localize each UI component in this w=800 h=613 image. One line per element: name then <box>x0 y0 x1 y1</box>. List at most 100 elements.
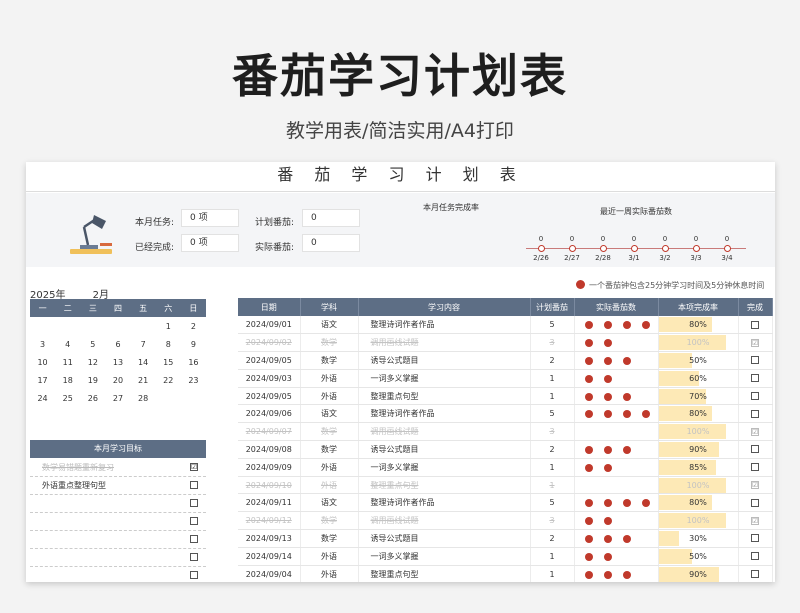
task-done-checkbox[interactable] <box>751 392 759 401</box>
task-subject: 数学 <box>300 529 359 548</box>
task-done-checkbox[interactable] <box>751 552 759 561</box>
task-completion-rate: 100% <box>658 476 739 495</box>
weekly-point-marker <box>661 245 669 252</box>
calendar-day[interactable]: 14 <box>131 353 156 371</box>
task-completion-rate: 100% <box>658 511 739 531</box>
goal-checkbox[interactable] <box>190 571 198 579</box>
task-done-checkbox[interactable] <box>751 356 759 365</box>
task-planned-tomatoes: 1 <box>530 476 575 495</box>
calendar-day[interactable]: 4 <box>55 335 80 353</box>
goal-checkbox[interactable] <box>190 481 198 489</box>
goal-checkbox[interactable] <box>190 553 198 561</box>
calendar-day[interactable]: 5 <box>80 335 105 353</box>
calendar-weekday: 二 <box>55 299 81 317</box>
goal-checkbox[interactable] <box>190 535 198 543</box>
task-done-cell <box>738 493 773 513</box>
task-column-header: 日期 <box>238 298 301 316</box>
calendar-day[interactable]: 25 <box>55 389 80 407</box>
calendar-day[interactable]: 1 <box>156 317 181 335</box>
calendar-day[interactable]: 11 <box>55 353 80 371</box>
task-column-header: 实际番茄数 <box>574 298 659 316</box>
completion-rate-text: 60% <box>689 373 707 383</box>
task-done-checkbox[interactable]: ☑ <box>751 338 759 347</box>
calendar-day[interactable]: 10 <box>30 353 55 371</box>
calendar-day[interactable]: 7 <box>131 335 156 353</box>
weekly-point-date: 2/26 <box>533 254 549 262</box>
calendar-day[interactable]: 20 <box>105 371 130 389</box>
tomato-icon <box>603 446 612 455</box>
task-date: 2024/09/02 <box>238 333 301 353</box>
calendar-day[interactable]: 26 <box>80 389 105 407</box>
task-done-cell <box>738 547 773 566</box>
task-actual-tomatoes <box>574 493 659 513</box>
goal-checkbox[interactable]: ☑ <box>190 463 198 471</box>
task-done-checkbox[interactable] <box>751 498 759 507</box>
calendar-day[interactable]: 13 <box>105 353 130 371</box>
task-planned-tomatoes: 5 <box>530 404 575 424</box>
task-done-checkbox[interactable] <box>751 445 759 454</box>
calendar-day <box>181 389 206 407</box>
task-done-checkbox[interactable]: ☑ <box>751 481 759 490</box>
calendar-day[interactable]: 12 <box>80 353 105 371</box>
weekly-point-count: 0 <box>724 235 730 243</box>
calendar-weekday: 三 <box>80 299 106 317</box>
calendar-day[interactable]: 19 <box>80 371 105 389</box>
goal-checkbox[interactable] <box>190 517 198 525</box>
tomato-icon <box>641 499 650 508</box>
task-done-checkbox[interactable] <box>751 463 759 472</box>
goal-checkbox[interactable] <box>190 499 198 507</box>
weekly-point-count: 0 <box>600 235 606 243</box>
task-completion-rate: 60% <box>658 369 739 388</box>
tomato-icon <box>603 570 612 579</box>
planned-label: 计划番茄: <box>254 218 294 228</box>
tomato-icon <box>584 357 593 366</box>
task-completion-rate: 80% <box>658 316 739 335</box>
task-planned-tomatoes: 1 <box>530 565 575 582</box>
calendar-day[interactable]: 6 <box>105 335 130 353</box>
task-row: 2024/09/12 数学 调用画线试题 3 100% ☑ <box>238 511 773 531</box>
completion-rate-title: 本月任务完成率 <box>423 203 479 212</box>
task-subject: 外语 <box>300 458 359 477</box>
task-date: 2024/09/04 <box>238 565 301 582</box>
calendar-day[interactable]: 8 <box>156 335 181 353</box>
completion-bar <box>658 531 679 547</box>
calendar-day[interactable]: 24 <box>30 389 55 407</box>
task-done-checkbox[interactable] <box>751 320 759 329</box>
weekly-point: 0 3/3 <box>681 235 711 262</box>
tomato-icon <box>641 321 650 329</box>
calendar-day[interactable]: 16 <box>181 353 206 371</box>
weekly-point: 0 2/28 <box>588 235 618 262</box>
task-done-checkbox[interactable] <box>751 374 759 383</box>
task-subject: 语文 <box>300 404 359 424</box>
calendar-day[interactable]: 27 <box>105 389 130 407</box>
calendar-day[interactable]: 18 <box>55 371 80 389</box>
completion-rate-text: 90% <box>689 569 707 579</box>
completion-rate-text: 80% <box>689 320 707 330</box>
weekly-point-date: 3/1 <box>628 254 640 262</box>
task-done-checkbox[interactable] <box>751 409 759 418</box>
tomato-icon <box>584 374 593 383</box>
planner-sheet: 番 茄 学 习 计 划 表 本月任务: 0 项 已经完成: 0 项 计划番茄: … <box>26 162 775 582</box>
task-done-checkbox[interactable] <box>751 570 759 579</box>
task-done-checkbox[interactable]: ☑ <box>751 427 759 436</box>
calendar-day[interactable]: 21 <box>131 371 156 389</box>
weekly-point-date: 2/27 <box>564 254 580 262</box>
calendar-day[interactable]: 9 <box>181 335 206 353</box>
completion-rate-text: 100% <box>686 427 710 437</box>
calendar-day[interactable]: 17 <box>30 371 55 389</box>
calendar-day[interactable]: 23 <box>181 371 206 389</box>
tomato-icon <box>603 463 612 472</box>
task-row: 2024/09/03 外语 一词多义掌握 1 60% <box>238 369 773 388</box>
calendar-day[interactable]: 2 <box>181 317 206 335</box>
weekly-point-count: 0 <box>631 235 637 243</box>
task-done-checkbox[interactable]: ☑ <box>751 516 759 525</box>
task-content: 诱导公式题目 <box>358 529 531 548</box>
task-row: 2024/09/02 数学 调用画线试题 3 100% ☑ <box>238 333 773 353</box>
task-row: 2024/09/13 数学 诱导公式题目 2 30% <box>238 529 773 548</box>
calendar-day[interactable]: 22 <box>156 371 181 389</box>
calendar-day[interactable]: 28 <box>131 389 156 407</box>
task-completion-rate: 80% <box>658 493 739 513</box>
task-done-checkbox[interactable] <box>751 534 759 543</box>
calendar-day[interactable]: 15 <box>156 353 181 371</box>
calendar-day[interactable]: 3 <box>30 335 55 353</box>
